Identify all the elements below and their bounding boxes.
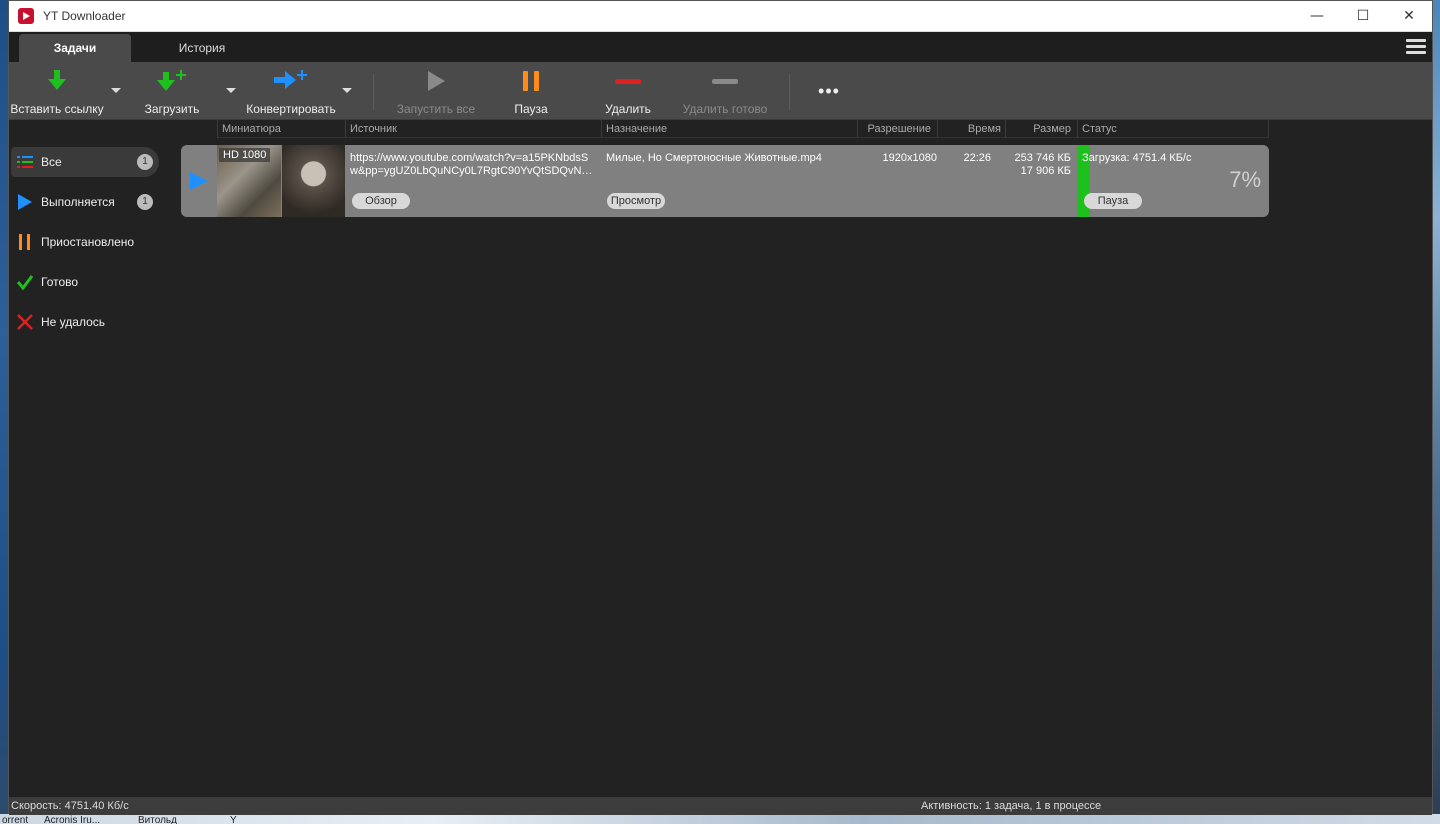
delete-button[interactable]: Удалить — [595, 62, 661, 120]
time-value: 22:26 — [963, 152, 991, 164]
count-badge: 1 — [137, 154, 153, 170]
task-row[interactable]: HD 1080 https://www.youtube.com/watch?v=… — [181, 145, 1269, 217]
minus-gray-icon — [712, 79, 738, 84]
paste-link-dropdown-icon[interactable] — [111, 88, 121, 93]
toolbar: Вставить ссылку Загрузить Конвертировать — [9, 62, 1432, 120]
status-text: Загрузка: 4751.4 КБ/с — [1082, 152, 1192, 164]
sidebar-item-label: Приостановлено — [41, 235, 135, 249]
minus-red-icon — [615, 79, 641, 84]
pause-icon — [523, 71, 539, 91]
paste-link-label: Вставить ссылку — [10, 102, 104, 116]
play-icon — [428, 71, 445, 91]
maximize-button[interactable]: ☐ — [1340, 1, 1386, 32]
taskbar — [0, 814, 1440, 824]
thumbnail-image — [282, 145, 345, 217]
taskbar-item[interactable]: Y — [230, 814, 237, 824]
list-icon — [17, 156, 33, 168]
pause-icon — [19, 234, 30, 250]
sidebar-item-all[interactable]: Все 1 — [11, 147, 159, 177]
convert-dropdown-icon[interactable] — [342, 88, 352, 93]
column-status[interactable]: Статус — [1077, 120, 1269, 138]
view-button[interactable]: Просмотр — [607, 193, 665, 209]
convert-button[interactable]: Конвертировать — [241, 62, 341, 120]
count-badge: 1 — [137, 194, 153, 210]
quality-badge: HD 1080 — [219, 148, 271, 162]
paste-link-button[interactable]: Вставить ссылку — [9, 62, 105, 120]
tab-history[interactable]: История — [159, 34, 245, 62]
download-plus-icon — [157, 70, 186, 91]
browse-button[interactable]: Обзор — [352, 193, 410, 209]
download-dropdown-icon[interactable] — [226, 88, 236, 93]
activity-text: Активность: 1 задача, 1 в процессе — [921, 800, 1102, 812]
column-thumbnail[interactable]: Миниатюра — [217, 120, 345, 138]
column-source[interactable]: Источник — [345, 120, 601, 138]
more-options-icon[interactable]: ••• — [807, 62, 851, 120]
title-bar[interactable]: YT Downloader — ☐ ✕ — [9, 1, 1432, 32]
sidebar-item-running[interactable]: Выполняется 1 — [11, 187, 159, 217]
sidebar-item-failed[interactable]: Не удалось — [11, 307, 159, 337]
column-time[interactable]: Время — [937, 120, 1005, 138]
sidebar-item-done[interactable]: Готово — [11, 267, 159, 297]
taskbar-item[interactable]: orrent — [2, 814, 28, 824]
menu-icon[interactable] — [1406, 39, 1426, 55]
download-button[interactable]: Загрузить — [137, 62, 207, 120]
x-icon — [17, 314, 33, 330]
minimize-button[interactable]: — — [1294, 1, 1340, 32]
delete-done-label: Удалить готово — [682, 102, 768, 116]
app-logo-icon — [18, 8, 34, 24]
task-pause-button[interactable]: Пауза — [1084, 193, 1142, 209]
column-destination[interactable]: Назначение — [601, 120, 857, 138]
column-header: Миниатюра Источник Назначение Разрешение… — [217, 120, 1269, 138]
toolbar-divider — [789, 74, 790, 110]
desktop-icons-strip — [0, 0, 8, 824]
sidebar-item-label: Все — [41, 155, 62, 169]
window-title: YT Downloader — [43, 9, 126, 23]
download-arrow-icon — [48, 70, 66, 90]
taskbar-item[interactable]: Acronis Iru... — [44, 814, 100, 824]
download-label: Загрузить — [144, 102, 200, 116]
start-all-button[interactable]: Запустить все — [393, 62, 479, 120]
size-total: 253 746 КБ — [1014, 152, 1071, 164]
tab-tasks[interactable]: Задачи — [19, 34, 131, 62]
check-icon — [17, 275, 33, 290]
pause-button[interactable]: Пауза — [499, 62, 563, 120]
delete-done-button[interactable]: Удалить готово — [677, 62, 773, 120]
status-bar: Скорость: 4751.40 Кб/с Активность: 1 зад… — [9, 797, 1432, 815]
toolbar-divider — [373, 74, 374, 110]
sidebar-item-label: Не удалось — [41, 315, 106, 329]
main-content: Все 1 Выполняется 1 Приостановлено Готов… — [9, 120, 1432, 796]
column-size[interactable]: Размер — [1005, 120, 1077, 138]
play-status-icon[interactable] — [190, 172, 208, 190]
play-icon — [18, 194, 32, 210]
sidebar-item-label: Готово — [41, 275, 79, 289]
column-resolution[interactable]: Разрешение — [857, 120, 937, 138]
close-button[interactable]: ✕ — [1386, 1, 1432, 32]
pause-label: Пауза — [514, 102, 548, 116]
convert-label: Конвертировать — [246, 102, 336, 116]
speed-text: Скорость: 4751.40 Кб/с — [11, 800, 129, 812]
convert-arrow-icon — [274, 70, 307, 89]
sidebar-item-label: Выполняется — [41, 195, 115, 209]
resolution-value: 1920x1080 — [882, 152, 937, 164]
tab-bar: Задачи История — [9, 32, 1432, 62]
size-downloaded: 17 906 КБ — [1020, 165, 1071, 177]
delete-label: Удалить — [605, 102, 651, 116]
progress-percent: 7% — [1229, 167, 1261, 192]
start-all-label: Запустить все — [396, 102, 476, 116]
app-window: YT Downloader — ☐ ✕ Задачи История Встав… — [8, 0, 1433, 815]
taskbar-item[interactable]: Витольд — [138, 814, 177, 824]
destination-filename: Милые, Но Смертоносные Животные.mp4 — [606, 152, 822, 164]
source-url: https://www.youtube.com/watch?v=a15PKNbd… — [350, 152, 598, 177]
sidebar: Все 1 Выполняется 1 Приостановлено Готов… — [9, 120, 169, 796]
sidebar-item-paused[interactable]: Приостановлено — [11, 227, 159, 257]
